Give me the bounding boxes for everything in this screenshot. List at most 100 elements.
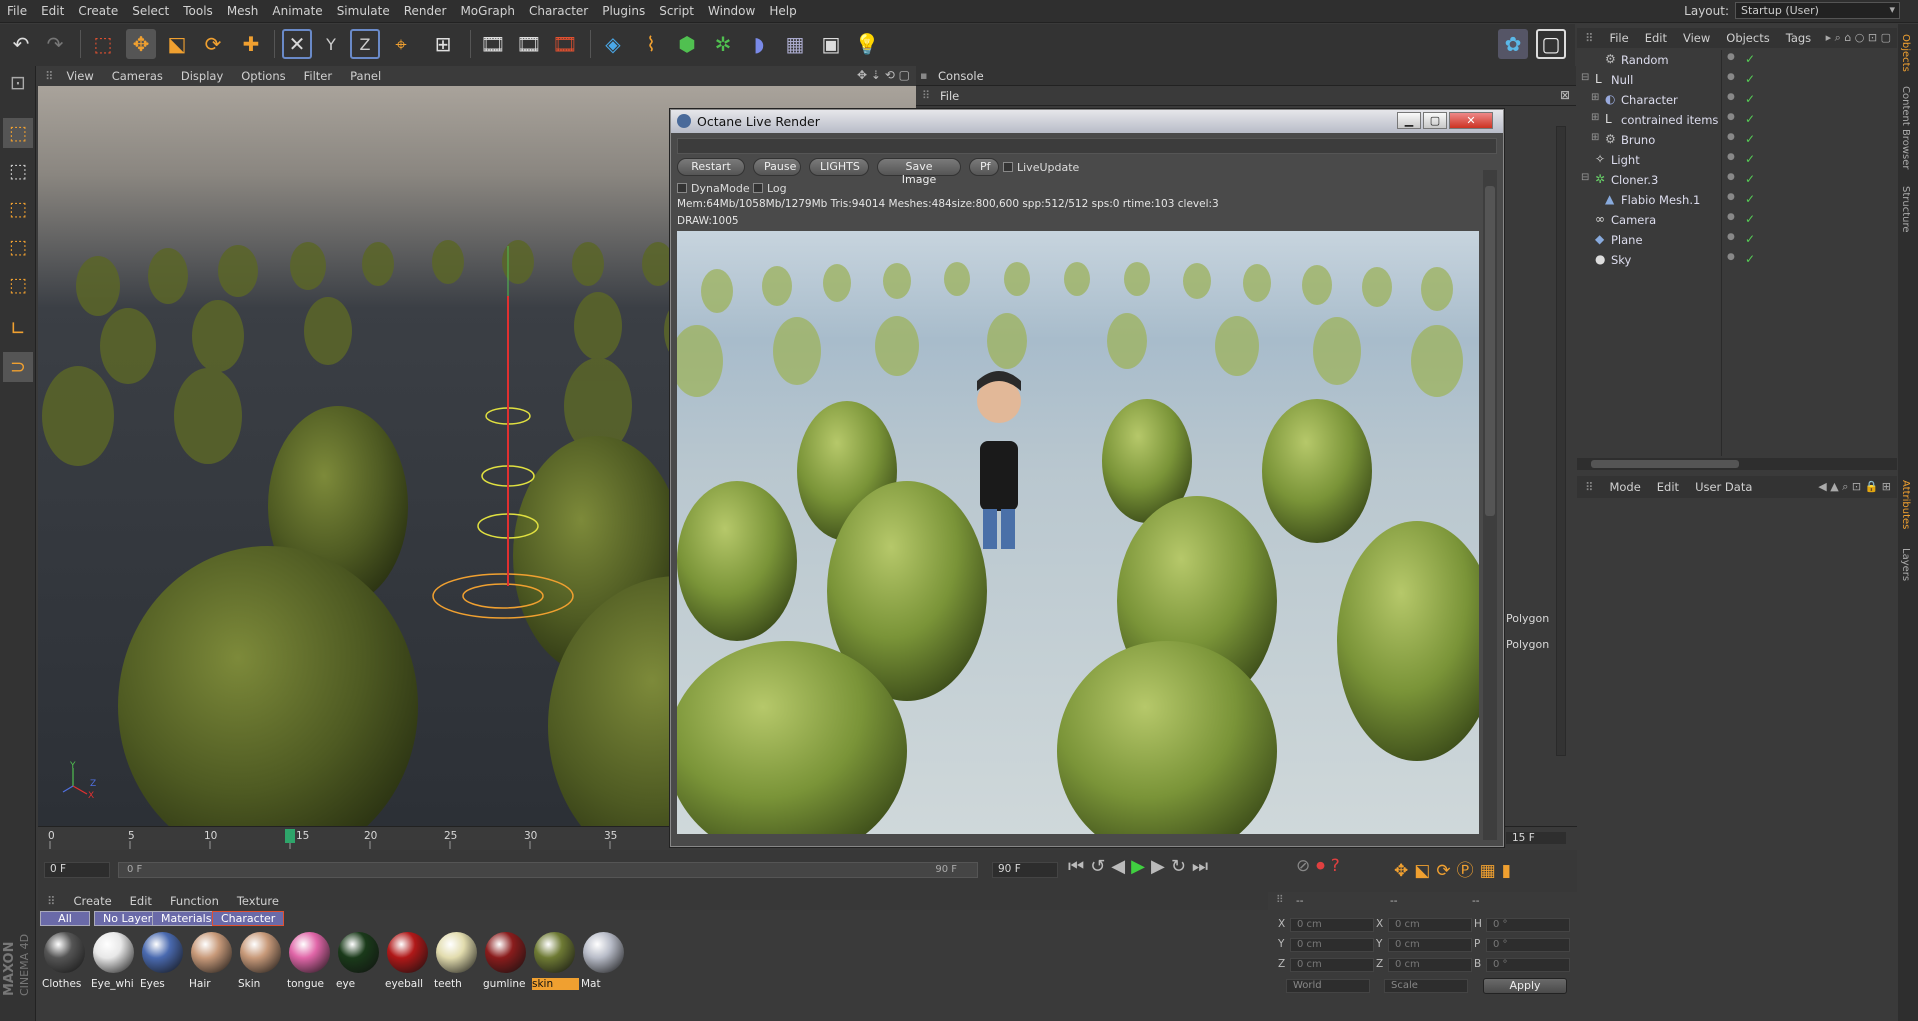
enabled-check-icon[interactable]: ✓ [1745, 192, 1755, 206]
enabled-check-icon[interactable]: ✓ [1745, 212, 1755, 226]
undo-icon[interactable]: ↶ [6, 29, 36, 59]
enabled-check-icon[interactable]: ✓ [1745, 52, 1755, 66]
tab-structure[interactable]: Structure [1900, 182, 1911, 237]
menu-window[interactable]: Window [701, 0, 762, 22]
enabled-check-icon[interactable]: ✓ [1745, 252, 1755, 266]
object-row[interactable]: ✧ Light ● ✓ [1577, 150, 1897, 170]
key-rotation-icon[interactable]: ⟳ [1436, 861, 1456, 881]
fullscreen-icon[interactable]: ▢ [1536, 29, 1566, 59]
scale-tool-icon[interactable]: ⬕ [162, 29, 192, 59]
octane-scrollbar[interactable] [1483, 170, 1497, 840]
object-row[interactable]: ◆ Plane ● ✓ [1577, 230, 1897, 250]
start-frame-field[interactable]: 0 F [44, 862, 110, 878]
next-frame-icon[interactable]: ▶ [1151, 856, 1171, 877]
visibility-dot-icon[interactable]: ● [1727, 172, 1735, 182]
save-image-button[interactable]: Save Image [877, 158, 961, 186]
expand-toggle-icon[interactable]: ⊞ [1591, 92, 1599, 103]
autokey-icon[interactable]: ? [1331, 856, 1346, 876]
key-position-icon[interactable]: ✥ [1394, 861, 1414, 881]
timeline-window-icon[interactable]: ▮ [1502, 861, 1517, 881]
key-parameter-icon[interactable]: Ⓟ [1457, 861, 1480, 881]
material-swatch[interactable]: skin [530, 930, 579, 992]
enabled-check-icon[interactable]: ✓ [1745, 112, 1755, 126]
object-row[interactable]: ∞ Camera ● ✓ [1577, 210, 1897, 230]
key-scale-icon[interactable]: ⬕ [1414, 861, 1436, 881]
material-swatch[interactable]: Clothes [40, 930, 89, 992]
mat-menu-create[interactable]: Create [64, 892, 120, 910]
move-tool-icon[interactable]: ✥ [126, 29, 156, 59]
subdivision-icon[interactable]: ⬢ [672, 29, 702, 59]
lights-button[interactable]: LIGHTS [809, 158, 869, 176]
size-z-field[interactable]: 0 cm [1388, 958, 1472, 972]
enabled-check-icon[interactable]: ✓ [1745, 72, 1755, 86]
viewport-nav-icons[interactable]: ✥ ⇣ ⟲ ▢ [857, 68, 910, 82]
object-row[interactable]: ⊞ ⚙ Bruno ● ✓ [1577, 130, 1897, 150]
material-swatch[interactable]: Hair [187, 930, 236, 992]
position-y-field[interactable]: 0 cm [1290, 938, 1374, 952]
object-name[interactable]: Camera [1611, 213, 1656, 227]
material-swatch[interactable]: gumline [481, 930, 530, 992]
spline-pen-icon[interactable]: ⌇ [636, 29, 666, 59]
object-row[interactable]: ⊟ L Null ● ✓ [1577, 70, 1897, 90]
pause-button[interactable]: Pause [753, 158, 801, 176]
record-icon[interactable]: ⏺ [1316, 856, 1331, 876]
object-name[interactable]: Light [1611, 153, 1640, 167]
go-to-end-icon[interactable]: ⏭ [1192, 856, 1214, 877]
tab-content-browser[interactable]: Content Browser [1900, 82, 1911, 173]
menu-simulate[interactable]: Simulate [330, 0, 397, 22]
current-frame-field[interactable]: 15 F [1506, 832, 1566, 844]
cloner-icon[interactable]: ✲ [708, 29, 738, 59]
object-name[interactable]: Sky [1611, 253, 1631, 267]
attr-menu-user-data[interactable]: User Data [1687, 476, 1760, 498]
size-x-field[interactable]: 0 cm [1388, 918, 1472, 932]
object-name[interactable]: Random [1621, 53, 1669, 67]
axis-mode-icon[interactable]: ∟ [3, 314, 33, 344]
console-scrollbar[interactable] [1556, 126, 1566, 756]
tab-attributes[interactable]: Attributes [1900, 476, 1911, 533]
edges-mode-icon[interactable]: ⬚ [3, 232, 33, 262]
menu-animate[interactable]: Animate [265, 0, 329, 22]
restart-button[interactable]: Restart [677, 158, 745, 176]
object-name[interactable]: Cloner.3 [1611, 173, 1658, 187]
material-swatch[interactable]: eyeball [383, 930, 432, 992]
tab-objects[interactable]: Objects [1900, 30, 1911, 76]
obj-menu-edit[interactable]: Edit [1637, 28, 1675, 48]
menu-plugins[interactable]: Plugins [595, 0, 652, 22]
rotation-p-field[interactable]: 0 ° [1486, 938, 1570, 952]
play-icon[interactable]: ▶ [1131, 856, 1151, 877]
menu-select[interactable]: Select [125, 0, 176, 22]
snap-icon[interactable]: ⊃ [3, 352, 33, 382]
visibility-dot-icon[interactable]: ● [1727, 192, 1735, 202]
menu-render[interactable]: Render [397, 0, 454, 22]
y-axis-lock-icon[interactable]: Y [316, 29, 346, 59]
transform-icon[interactable]: ✚ [236, 29, 266, 59]
console-menu-file[interactable]: File [940, 89, 959, 103]
render-settings-icon[interactable]: 🎞 [550, 29, 580, 59]
next-key-icon[interactable]: ↻ [1171, 856, 1192, 877]
obj-menu-file[interactable]: File [1601, 28, 1636, 48]
visibility-dot-icon[interactable]: ● [1727, 252, 1735, 262]
visibility-dot-icon[interactable]: ● [1727, 52, 1735, 62]
pf-button[interactable]: Pf [969, 158, 999, 176]
object-name[interactable]: contrained items [1621, 113, 1718, 127]
visibility-dot-icon[interactable]: ● [1727, 112, 1735, 122]
menu-edit[interactable]: Edit [34, 0, 71, 22]
end-frame-field[interactable]: 90 F [992, 862, 1058, 878]
go-to-start-icon[interactable]: ⏮ [1068, 856, 1090, 877]
attr-menu-mode[interactable]: Mode [1601, 476, 1648, 498]
deformer-icon[interactable]: ◗ [744, 29, 774, 59]
object-row[interactable]: ● Sky ● ✓ [1577, 250, 1897, 270]
tab-all[interactable]: All [40, 911, 90, 926]
size-y-field[interactable]: 0 cm [1388, 938, 1472, 952]
obj-menu-view[interactable]: View [1675, 28, 1718, 48]
menu-help[interactable]: Help [762, 0, 803, 22]
rotation-h-field[interactable]: 0 ° [1486, 918, 1570, 932]
object-name[interactable]: Plane [1611, 233, 1643, 247]
apply-button[interactable]: Apply [1483, 978, 1567, 994]
vp-menu-display[interactable]: Display [172, 66, 232, 86]
visibility-dot-icon[interactable]: ● [1727, 232, 1735, 242]
enabled-check-icon[interactable]: ✓ [1745, 232, 1755, 246]
live-selection-icon[interactable]: ⬚ [88, 29, 118, 59]
polygons-mode-icon[interactable]: ⬚ [3, 270, 33, 300]
tab-materials[interactable]: Materials [152, 911, 221, 926]
